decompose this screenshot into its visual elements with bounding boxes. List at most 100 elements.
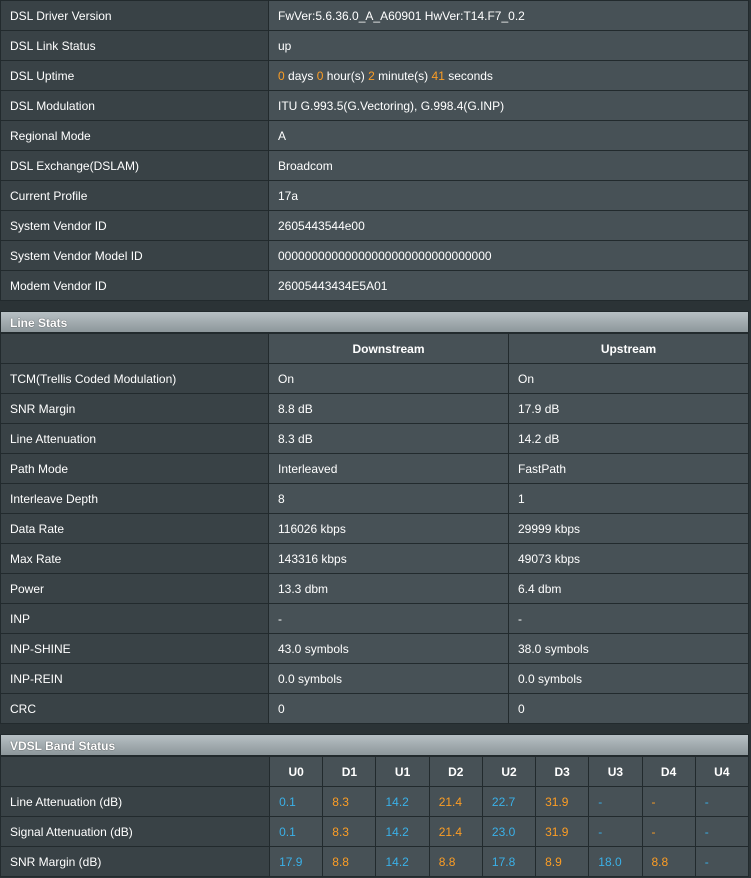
band-value-u2: 22.7 (481, 786, 537, 817)
downstream-value: 116026 kbps (268, 513, 509, 544)
info-value: 2605443544e00 (268, 210, 749, 241)
line-stats-row: Interleave Depth 8 1 (0, 483, 749, 514)
line-stats-row: Data Rate 116026 kbps 29999 kbps (0, 513, 749, 544)
upstream-value: 6.4 dbm (508, 573, 749, 604)
info-row: DSL Driver Version FwVer:5.6.36.0_A_A6090… (0, 0, 749, 31)
downstream-value: On (268, 363, 509, 394)
band-value-u4: - (694, 816, 750, 847)
band-value-d2: 21.4 (428, 786, 483, 817)
band-row: Line Attenuation (dB) 0.1 8.3 14.2 21.4 22.7 3… (0, 786, 750, 817)
line-stats-header-row: Downstream Upstream (0, 333, 749, 364)
line-stats-label: Max Rate (0, 543, 269, 574)
line-stats-header: Line Stats (0, 311, 749, 333)
band-row-label: Line Attenuation (dB) (0, 786, 271, 817)
line-stats-row: SNR Margin 8.8 dB 17.9 dB (0, 393, 749, 424)
line-stats-row: INP-SHINE 43.0 symbols 38.0 symbols (0, 633, 749, 664)
band-value-u1: 14.2 (375, 816, 430, 847)
band-value-u0: 0.1 (269, 816, 324, 847)
line-stats-label: Data Rate (0, 513, 269, 544)
band-value-u3: 18.0 (588, 846, 643, 877)
band-row-label: Signal Attenuation (dB) (0, 816, 271, 847)
info-value: 26005443434E5A01 (268, 270, 749, 301)
uptime-minutes-label: minute(s) (378, 68, 429, 83)
band-value-d2: 21.4 (428, 816, 483, 847)
info-value: up (268, 30, 749, 61)
uptime-seconds-label: seconds (448, 68, 493, 83)
uptime-hours-label: hour(s) (326, 68, 365, 83)
band-value-d3: 31.9 (535, 786, 590, 817)
info-label: System Vendor ID (0, 210, 269, 241)
uptime-seconds: 41 (431, 68, 445, 83)
info-row: DSL Link Status up (0, 30, 749, 61)
line-stats-label: Interleave Depth (0, 483, 269, 514)
line-stats-row: Max Rate 143316 kbps 49073 kbps (0, 543, 749, 574)
info-value: ITU G.993.5(G.Vectoring), G.998.4(G.INP) (268, 90, 749, 121)
downstream-value: 13.3 dbm (268, 573, 509, 604)
downstream-value: Interleaved (268, 453, 509, 484)
info-label: DSL Link Status (0, 30, 269, 61)
info-label: Modem Vendor ID (0, 270, 269, 301)
info-row: DSL Modulation ITU G.993.5(G.Vectoring), … (0, 90, 749, 121)
line-stats-row: CRC 0 0 (0, 693, 749, 724)
upstream-value: On (508, 363, 749, 394)
band-value-u3: - (588, 786, 643, 817)
info-row: System Vendor Model ID 000000000000000000… (0, 240, 749, 271)
line-stats-label: Line Attenuation (0, 423, 269, 454)
uptime-minutes: 2 (368, 68, 375, 83)
info-value: Broadcom (268, 150, 749, 181)
downstream-value: 8.3 dB (268, 423, 509, 454)
upstream-value: 17.9 dB (508, 393, 749, 424)
band-row: SNR Margin (dB) 17.9 8.8 14.2 8.8 17.8 8.9 18.0… (0, 846, 750, 877)
band-header-u1: U1 (375, 756, 430, 787)
band-row: Signal Attenuation (dB) 0.1 8.3 14.2 21.4 23.… (0, 816, 750, 847)
line-stats-label: TCM(Trellis Coded Modulation) (0, 363, 269, 394)
band-value-u1: 14.2 (375, 846, 430, 877)
upstream-value: 38.0 symbols (508, 633, 749, 664)
band-value-d3: 8.9 (535, 846, 590, 877)
band-value-d4: 8.8 (641, 846, 696, 877)
info-label: DSL Uptime (0, 60, 269, 91)
band-value-d3: 31.9 (535, 816, 590, 847)
dsl-uptime-value: 0 days 0 hour(s) 2 minute(s) 41 seconds (268, 60, 749, 91)
info-row: System Vendor ID 2605443544e00 (0, 210, 749, 241)
info-row: Regional Mode A (0, 120, 749, 151)
downstream-value: 0.0 symbols (268, 663, 509, 694)
info-value: 00000000000000000000000000000000 (268, 240, 749, 271)
upstream-value: 29999 kbps (508, 513, 749, 544)
upstream-value: 49073 kbps (508, 543, 749, 574)
band-value-u2: 17.8 (481, 846, 537, 877)
band-value-d1: 8.8 (322, 846, 377, 877)
info-value: A (268, 120, 749, 151)
vdsl-band-table: U0 D1 U1 D2 U2 D3 U3 D4 U4 Line Attenuation (dB)… (0, 756, 750, 877)
band-value-d1: 8.3 (322, 786, 377, 817)
upstream-value: - (508, 603, 749, 634)
band-header-u3: U3 (588, 756, 643, 787)
info-label: Regional Mode (0, 120, 269, 151)
info-row: DSL Exchange(DSLAM) Broadcom (0, 150, 749, 181)
upstream-value: FastPath (508, 453, 749, 484)
line-stats-row: INP-REIN 0.0 symbols 0.0 symbols (0, 663, 749, 694)
line-stats-label: INP-SHINE (0, 633, 269, 664)
band-header-d1: D1 (322, 756, 377, 787)
upstream-value: 0 (508, 693, 749, 724)
band-value-u3: - (588, 816, 643, 847)
line-stats-label: INP-REIN (0, 663, 269, 694)
upstream-value: 1 (508, 483, 749, 514)
downstream-value: 143316 kbps (268, 543, 509, 574)
line-stats-row: Power 13.3 dbm 6.4 dbm (0, 573, 749, 604)
downstream-value: 43.0 symbols (268, 633, 509, 664)
band-value-d1: 8.3 (322, 816, 377, 847)
downstream-value: 8.8 dB (268, 393, 509, 424)
band-value-u1: 14.2 (375, 786, 430, 817)
band-header-row: U0 D1 U1 D2 U2 D3 U3 D4 U4 (0, 756, 750, 787)
downstream-value: 0 (268, 693, 509, 724)
info-label: DSL Modulation (0, 90, 269, 121)
vdsl-band-status-header: VDSL Band Status (0, 734, 749, 756)
line-stats-label: Path Mode (0, 453, 269, 484)
info-value: FwVer:5.6.36.0_A_A60901 HwVer:T14.F7_0.2 (268, 0, 749, 31)
band-value-u2: 23.0 (481, 816, 537, 847)
uptime-days-label: days (288, 68, 314, 83)
downstream-column-header: Downstream (268, 333, 509, 364)
line-stats-table: Downstream Upstream TCM(Trellis Coded Mo… (0, 333, 749, 724)
band-value-u4: - (694, 846, 750, 877)
